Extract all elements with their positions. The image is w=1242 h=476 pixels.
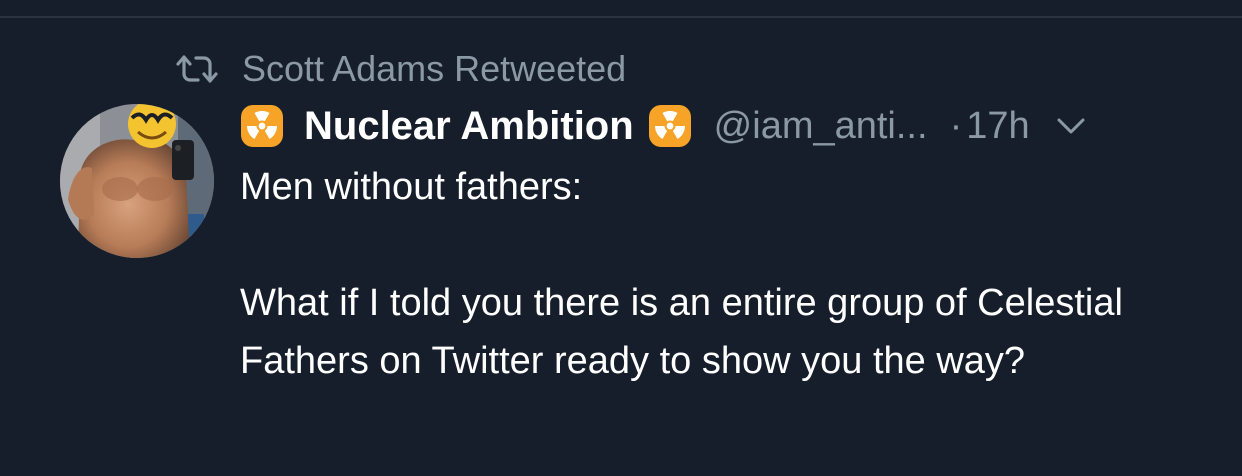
user-handle[interactable]: @iam_anti... bbox=[714, 105, 928, 148]
tweet-header: Nuclear Ambition @iam_anti... · 17h bbox=[240, 96, 1086, 156]
top-divider bbox=[0, 16, 1242, 18]
display-name[interactable]: Nuclear Ambition bbox=[304, 104, 634, 149]
timestamp[interactable]: 17h bbox=[966, 105, 1029, 148]
tweet-text-line: Men without fathers: bbox=[240, 166, 583, 208]
chevron-down-icon[interactable] bbox=[1056, 116, 1086, 136]
retweet-icon bbox=[174, 52, 220, 86]
retweeted-by-label: Scott Adams Retweeted bbox=[242, 48, 627, 89]
radioactive-emoji-icon bbox=[648, 104, 692, 148]
retweet-context[interactable]: Scott Adams Retweeted bbox=[174, 48, 626, 90]
user-avatar[interactable] bbox=[60, 104, 214, 258]
separator-dot: · bbox=[949, 104, 963, 147]
tweet-body: Men without fathers: What if I told you … bbox=[240, 158, 1200, 390]
tweet-text-paragraph: What if I told you there is an entire gr… bbox=[240, 282, 1123, 382]
radioactive-emoji-icon bbox=[240, 104, 284, 148]
